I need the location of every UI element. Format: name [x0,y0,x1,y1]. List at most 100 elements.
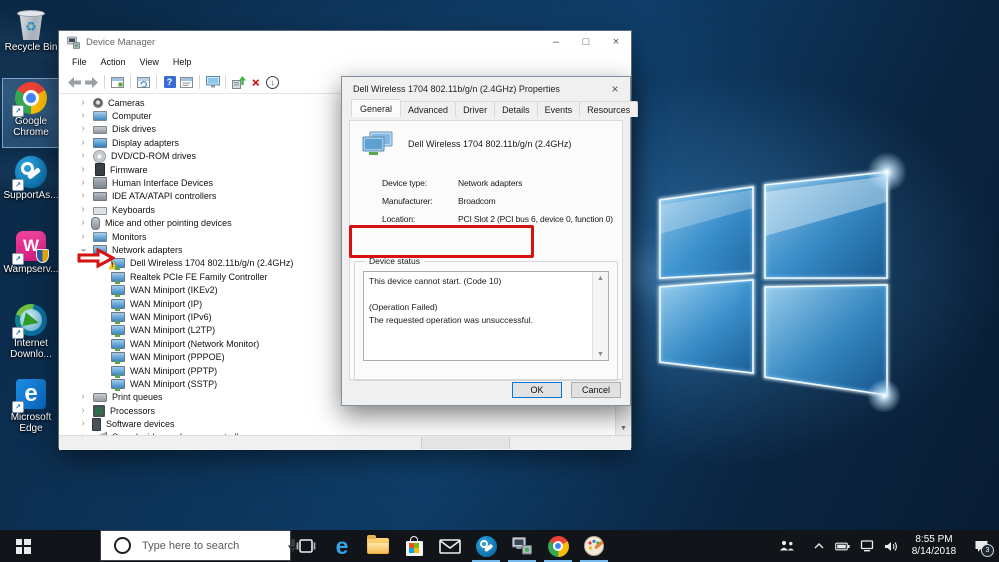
toolbar-separator [104,75,105,89]
expand-chevron-icon[interactable]: › [77,405,89,416]
menu-view[interactable]: View [133,57,166,67]
desktop-icon-recycle-bin[interactable]: ♻ Recycle Bin [2,4,60,74]
tab-details[interactable]: Details [494,101,538,117]
device-status-box[interactable]: This device cannot start. (Code 10) (Ope… [363,271,609,361]
tree-item-label: Processors [110,405,156,416]
expand-chevron-icon[interactable]: › [77,151,89,161]
tab-driver[interactable]: Driver [455,101,496,117]
start-button[interactable] [0,530,46,562]
field-label: Location: [382,214,416,224]
desktop-icon-google-chrome[interactable]: ↗ Google Chrome [2,78,60,148]
expand-chevron-icon[interactable]: › [77,218,89,228]
minimize-button[interactable]: – [541,31,571,53]
expand-chevron-icon[interactable]: › [77,231,89,242]
camera-icon [93,97,103,108]
status-scrollbar[interactable]: ▲ ▼ [592,272,608,360]
help-button[interactable]: ? [161,74,178,91]
desktop-icon-supportassist[interactable]: ↗ SupportAs... [2,152,60,222]
refresh-button[interactable] [135,74,152,91]
expand-chevron-icon[interactable]: › [77,204,89,215]
scroll-down-icon[interactable]: ▼ [616,422,631,435]
network-icon [111,311,125,324]
expand-chevron-icon[interactable]: › [77,178,89,188]
scroll-down-icon[interactable]: ▼ [593,348,608,360]
desktop-icon-label: Google Chrome [13,116,49,139]
tab-general[interactable]: General [351,99,402,117]
desktop-icon-list: ♻ Recycle Bin ↗ Google Chrome ↗ SupportAs... W… [2,4,60,448]
tree-item-label: Print queues [112,392,163,403]
device-manager-titlebar[interactable]: Device Manager – □ × [59,31,631,53]
tab-events[interactable]: Events [536,101,581,117]
disable-button[interactable]: ↓ [264,74,281,91]
scan-button[interactable] [204,74,221,91]
taskbar-edge-button[interactable]: e [324,530,360,562]
taskbar-store-button[interactable] [396,530,432,562]
scrollbar-thumb[interactable] [421,437,510,449]
menu-file[interactable]: File [65,57,94,67]
forward-button[interactable] [83,74,100,91]
horizontal-scrollbar[interactable] [59,435,631,450]
expand-chevron-icon[interactable]: › [77,97,89,108]
tree-item-label: WAN Miniport (IP) [130,298,203,309]
tab-resources[interactable]: Resources [579,101,639,117]
taskbar-supportassist-button[interactable] [468,530,504,562]
network-status-icon[interactable] [860,540,874,552]
taskbar-file-explorer-button[interactable] [360,530,396,562]
back-button[interactable] [66,74,83,91]
shortcut-arrow-icon: ↗ [12,179,24,191]
expand-chevron-icon[interactable]: › [77,111,89,121]
scroll-up-icon[interactable]: ▲ [593,272,608,284]
expand-chevron-icon[interactable]: › [77,191,89,201]
desktop-icon-label: Wampserv... [3,264,59,275]
tab-advanced[interactable]: Advanced [400,101,457,117]
search-input[interactable] [140,538,286,553]
dialog-close-button[interactable]: × [600,77,630,101]
taskbar-mail-button[interactable] [432,530,468,562]
shortcut-arrow-icon: ↗ [12,253,24,265]
taskbar-chrome-button[interactable] [540,530,576,562]
search-box[interactable] [100,530,298,561]
battery-icon[interactable] [835,542,850,551]
status-line: (Operation Failed) [369,302,438,312]
printer-icon [93,393,107,403]
expand-chevron-icon[interactable]: › [77,419,89,429]
menu-action[interactable]: Action [94,57,133,67]
expand-chevron-icon[interactable]: › [77,392,89,402]
expand-chevron-icon[interactable]: › [77,124,89,134]
tree-item-label: Software devices [106,419,175,430]
close-button[interactable]: × [601,31,631,53]
tree-item-software-devices[interactable]: › Software devices [59,417,631,431]
dialog-titlebar[interactable]: Dell Wireless 1704 802.11b/g/n (2.4GHz) … [342,77,630,101]
volume-icon[interactable] [884,541,898,552]
clock-date: 8/14/2018 [911,546,957,557]
system-tray: 8:55 PM 8/14/2018 3 [779,530,999,562]
windows-logo [658,152,907,412]
action-center-button[interactable]: 3 [970,540,994,557]
cortana-icon [114,537,131,554]
field-row: Manufacturer: Broadcom [350,196,622,206]
field-row: Location: PCI Slot 2 (PCI bus 6, device 0… [350,214,622,224]
desktop-icon-microsoft-edge[interactable]: e ↗ Microsoft Edge [2,374,60,444]
menu-help[interactable]: Help [166,57,199,67]
properties-button[interactable] [178,74,195,91]
device-name: Dell Wireless 1704 802.11b/g/n (2.4GHz) [408,139,572,149]
desktop-icon-wampserver[interactable]: W ↗ Wampserv... [2,226,60,296]
expand-chevron-icon[interactable]: › [77,137,89,148]
chevron-up-icon[interactable] [813,542,825,550]
ok-button[interactable]: OK [512,382,562,398]
uninstall-button[interactable]: × [247,74,264,91]
network-icon [111,338,125,351]
update-driver-button[interactable] [230,74,247,91]
expand-chevron-icon[interactable]: › [77,164,89,175]
people-icon[interactable] [779,540,795,552]
maximize-button[interactable]: □ [571,31,601,53]
console-button[interactable] [109,74,126,91]
ide-icon [93,192,107,202]
clock[interactable]: 8:55 PM 8/14/2018 [907,534,961,559]
taskbar-device-manager-button[interactable] [504,530,540,562]
desktop-icon-internet-download-manager[interactable]: ↗ Internet Downlo... [2,300,60,370]
taskbar-task-view-button[interactable] [288,530,324,562]
network-icon [111,285,125,298]
taskbar-paint-button[interactable] [576,530,612,562]
cancel-button[interactable]: Cancel [571,382,621,398]
